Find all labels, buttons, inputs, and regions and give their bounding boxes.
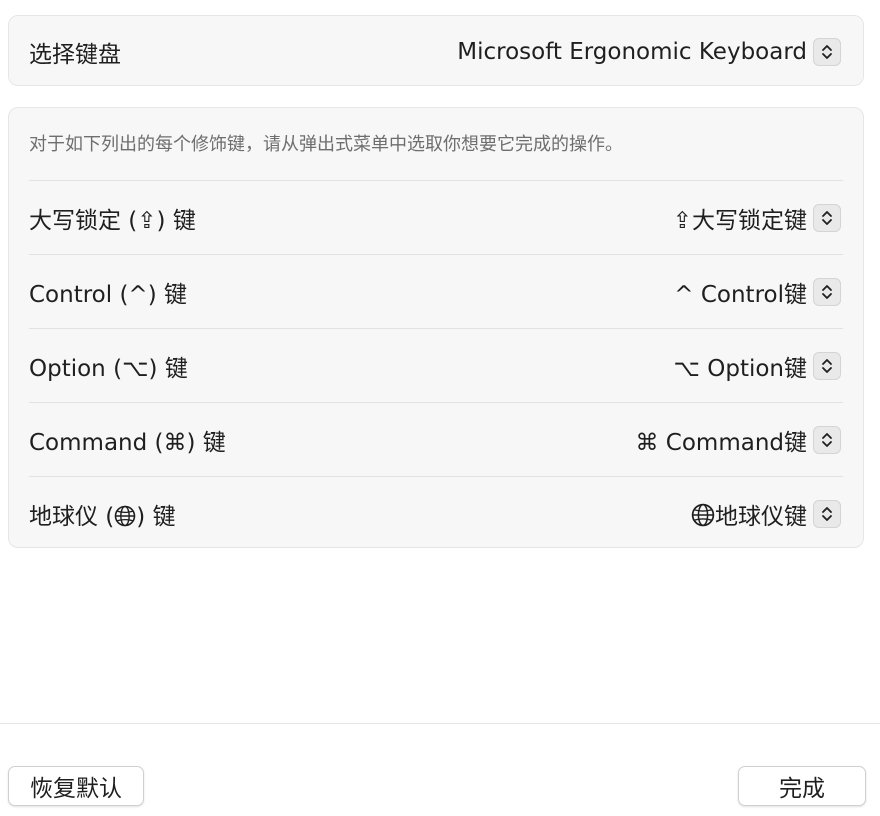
modifier-label-globe: 地球仪 ( ) 键 [29, 497, 176, 531]
keyboard-popup-value: Microsoft Ergonomic Keyboard [457, 38, 807, 65]
modifier-popup-control[interactable]: ^ Control键 [674, 275, 841, 309]
modifier-label-caps-lock: 大写锁定 (⇪) 键 [29, 208, 196, 234]
modifier-keys-panel: 对于如下列出的每个修饰键，请从弹出式菜单中选取你想要它完成的操作。 大写锁定 (… [8, 107, 864, 548]
modifier-value-command: ⌘ Command键 [635, 430, 807, 456]
popup-chevron-icon[interactable] [813, 278, 841, 306]
modifier-keys-dialog: 选择键盘 Microsoft Ergonomic Keyboard 对于如下列出… [0, 0, 880, 816]
modifier-value-control: ^ Control键 [674, 282, 807, 308]
popup-chevron-icon[interactable] [813, 352, 841, 380]
modifier-popup-globe[interactable]: 地球仪键 [691, 497, 841, 531]
modifier-row-command: Command (⌘) 键 ⌘ Command键 [9, 403, 863, 477]
keyboard-select-row: 选择键盘 Microsoft Ergonomic Keyboard [9, 16, 863, 87]
restore-defaults-button[interactable]: 恢复默认 [8, 766, 144, 806]
modifier-value-globe: 地球仪键 [715, 504, 807, 530]
globe-icon [691, 503, 715, 527]
modifier-value-option: ⌥ Option键 [673, 356, 807, 382]
modifier-row-control: Control (^) 键 ^ Control键 [9, 255, 863, 329]
modifier-label-globe-suffix: ) 键 [136, 504, 176, 530]
modifier-label-globe-prefix: 地球仪 ( [29, 504, 115, 530]
modifier-label-option: Option (⌥) 键 [29, 356, 188, 382]
modifier-value-caps-lock: ⇪大写锁定键 [672, 208, 807, 234]
modifier-row-option: Option (⌥) 键 ⌥ Option键 [9, 329, 863, 403]
modifier-popup-caps-lock[interactable]: ⇪大写锁定键 [673, 201, 841, 235]
done-button[interactable]: 完成 [738, 766, 866, 806]
footer-divider [0, 723, 880, 724]
modifier-label-command: Command (⌘) 键 [29, 430, 226, 456]
keyboard-select-label: 选择键盘 [29, 41, 121, 68]
modifier-popup-command[interactable]: ⌘ Command键 [635, 423, 841, 457]
modifier-description: 对于如下列出的每个修饰键，请从弹出式菜单中选取你想要它完成的操作。 [29, 134, 623, 155]
keyboard-popup[interactable]: Microsoft Ergonomic Keyboard [457, 37, 841, 66]
popup-chevron-icon[interactable] [813, 500, 841, 528]
modifier-popup-option[interactable]: ⌥ Option键 [673, 349, 841, 383]
modifier-label-control: Control (^) 键 [29, 282, 187, 308]
popup-chevron-icon[interactable] [813, 204, 841, 232]
modifier-value-globe-wrap: 地球仪键 [691, 497, 807, 531]
popup-chevron-icon[interactable] [813, 37, 841, 66]
globe-icon [114, 505, 136, 527]
modifier-row-globe: 地球仪 ( ) 键 地球仪键 [9, 477, 863, 551]
keyboard-select-panel: 选择键盘 Microsoft Ergonomic Keyboard [8, 15, 864, 86]
modifier-row-caps-lock: 大写锁定 (⇪) 键 ⇪大写锁定键 [9, 181, 863, 255]
popup-chevron-icon[interactable] [813, 426, 841, 454]
